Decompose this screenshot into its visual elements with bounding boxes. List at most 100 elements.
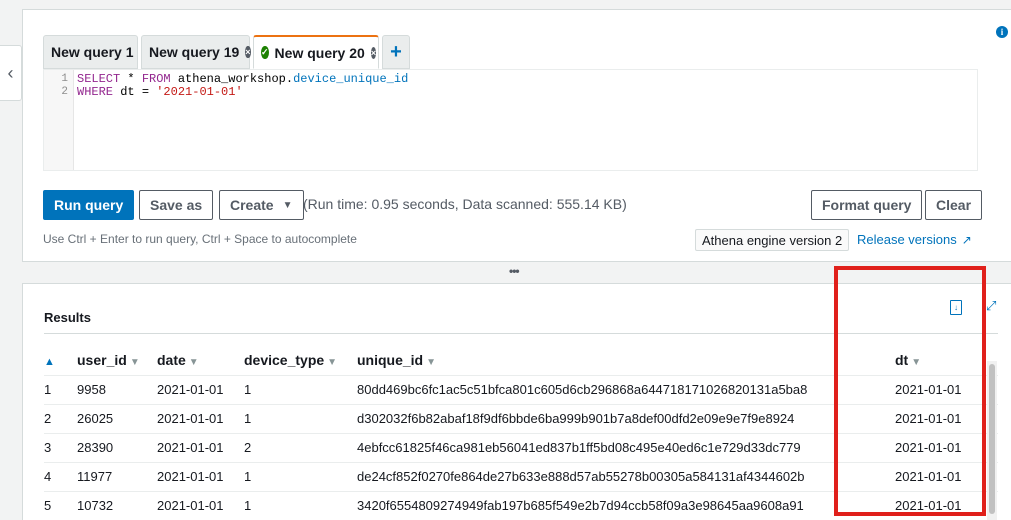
results-title: Results	[44, 310, 91, 325]
column-header-label: user_id	[77, 352, 127, 369]
sql-identifier: device_unique_id	[293, 72, 409, 86]
column-header-label: device_type	[244, 352, 325, 369]
external-link-icon: ↗	[961, 232, 972, 247]
download-csv-icon[interactable]: ↓	[950, 300, 962, 315]
row-number-header[interactable]: ▲	[44, 346, 77, 376]
release-versions-label: Release versions	[857, 232, 957, 247]
column-header-label: date	[157, 352, 186, 369]
cell-device-type: 1	[244, 404, 357, 434]
column-header-device-type[interactable]: device_type ▼	[244, 346, 357, 376]
cell-unique-id: d302032f6b82abaf18f9df6bbde6ba999b901b7a…	[357, 404, 895, 434]
sql-text: dt =	[113, 85, 157, 99]
sql-keyword: SELECT	[77, 72, 121, 86]
table-row: 5 10732 2021-01-01 1 3420f6554809274949f…	[44, 491, 998, 520]
row-number: 2	[44, 404, 77, 434]
caret-down-icon: ▼	[282, 199, 293, 211]
tab-label: New query 19	[149, 44, 240, 60]
check-circle-icon: ✓	[261, 46, 269, 59]
tab-new-query-20[interactable]: ✓ New query 20 ×	[253, 35, 379, 69]
engine-version-badge: Athena engine version 2	[695, 229, 850, 251]
plus-icon: +	[390, 40, 402, 63]
row-number: 5	[44, 491, 77, 520]
expand-icon[interactable]: ⤢	[986, 298, 996, 314]
cell-unique-id: 4ebfcc61825f46ca981eb56041ed837b1ff5bd08…	[357, 433, 895, 463]
tab-label: New query 1	[51, 44, 134, 60]
close-icon[interactable]: ×	[245, 46, 251, 58]
collapse-sidebar-button[interactable]: ‹	[0, 45, 22, 101]
cell-date: 2021-01-01	[157, 491, 244, 520]
sql-string: '2021-01-01'	[156, 85, 243, 99]
cell-user-id: 9958	[77, 375, 157, 405]
line-number: 2	[61, 86, 68, 98]
cell-unique-id: 3420f6554809274949fab197b685f549e2b7d94c…	[357, 491, 895, 520]
column-header-dt[interactable]: dt ▼	[895, 346, 998, 376]
cell-user-id: 28390	[77, 433, 157, 463]
clear-button[interactable]: Clear	[925, 190, 983, 220]
sql-text: athena_workshop.	[170, 72, 294, 86]
cell-date: 2021-01-01	[157, 462, 244, 492]
create-label: Create	[230, 197, 274, 213]
table-row: 1 9958 2021-01-01 1 80dd469bc6fc1ac5c51b…	[44, 375, 998, 405]
column-header-user-id[interactable]: user_id ▼	[77, 346, 157, 376]
row-number: 4	[44, 462, 77, 492]
cell-date: 2021-01-01	[157, 404, 244, 434]
column-header-label: dt	[895, 352, 909, 369]
cell-user-id: 11977	[77, 462, 157, 492]
row-number: 1	[44, 375, 77, 405]
column-header-unique-id[interactable]: unique_id ▼	[357, 346, 895, 376]
caret-down-icon[interactable]: ▼	[911, 357, 921, 368]
table-header-row: ▲ user_id ▼ date ▼ device_type ▼ unique_id ▼…	[44, 346, 998, 376]
run-info: (Run time: 0.95 seconds, Data scanned: 5…	[303, 196, 627, 212]
cell-unique-id: de24cf852f0270fe864de27b633e888d57ab5527…	[357, 462, 895, 492]
chevron-left-icon: ‹	[7, 62, 14, 83]
sql-text: *	[120, 72, 142, 86]
column-header-date[interactable]: date ▼	[157, 346, 244, 376]
sql-keyword: FROM	[141, 72, 171, 86]
cell-dt: 2021-01-01	[895, 404, 998, 434]
column-header-label: unique_id	[357, 352, 424, 369]
code-line: WHERE dt = '2021-01-01'	[77, 86, 408, 99]
sort-ascending-icon[interactable]: ▲	[44, 356, 55, 368]
create-dropdown[interactable]: Create ▼	[219, 190, 304, 220]
divider	[44, 333, 998, 334]
cell-dt: 2021-01-01	[895, 462, 998, 492]
query-tabs: New query 1 New query 19 × ✓ New query 2…	[43, 35, 410, 69]
cell-device-type: 1	[244, 375, 357, 405]
cell-dt: 2021-01-01	[895, 491, 998, 520]
caret-down-icon[interactable]: ▼	[426, 357, 436, 368]
tab-label: New query 20	[274, 44, 365, 61]
cell-device-type: 1	[244, 462, 357, 492]
cell-device-type: 2	[244, 433, 357, 463]
tab-new-query-19[interactable]: New query 19 ×	[141, 35, 251, 69]
line-number: 1	[61, 73, 68, 85]
cell-user-id: 10732	[77, 491, 157, 520]
cell-date: 2021-01-01	[157, 375, 244, 405]
save-as-button[interactable]: Save as	[139, 190, 214, 220]
cell-unique-id: 80dd469bc6fc1ac5c51bfca801c605d6cb296868…	[357, 375, 895, 405]
resize-handle[interactable]: •••	[509, 264, 520, 278]
caret-down-icon[interactable]: ▼	[189, 357, 199, 368]
cell-dt: 2021-01-01	[895, 433, 998, 463]
query-editor-panel: i New query 1 New query 19 × ✓ New query…	[22, 9, 1011, 262]
results-table: ▲ user_id ▼ date ▼ device_type ▼ unique_id ▼…	[44, 346, 998, 520]
cell-date: 2021-01-01	[157, 433, 244, 463]
info-icon[interactable]: i	[996, 26, 1008, 38]
row-number: 3	[44, 433, 77, 463]
sql-editor[interactable]: 1 2 SELECT * FROM athena_workshop.device…	[43, 69, 978, 171]
sql-keyword: WHERE	[77, 85, 114, 99]
cell-user-id: 26025	[77, 404, 157, 434]
scrollbar-thumb[interactable]	[989, 364, 995, 514]
close-icon[interactable]: ×	[370, 46, 377, 59]
line-number-gutter: 1 2	[44, 70, 74, 170]
keyboard-hint: Use Ctrl + Enter to run query, Ctrl + Sp…	[43, 232, 357, 246]
results-panel: Results ↓ ⤢ ▲ user_id ▼ date ▼ device_type…	[22, 283, 1011, 520]
caret-down-icon[interactable]: ▼	[130, 357, 140, 368]
run-query-button[interactable]: Run query	[43, 190, 135, 220]
release-versions-link[interactable]: Release versions ↗	[857, 232, 972, 247]
cell-dt: 2021-01-01	[895, 375, 998, 405]
format-query-button[interactable]: Format query	[811, 190, 923, 220]
table-row: 3 28390 2021-01-01 2 4ebfcc61825f46ca981…	[44, 433, 998, 463]
tab-new-query-1[interactable]: New query 1	[43, 35, 138, 69]
caret-down-icon[interactable]: ▼	[327, 357, 337, 368]
add-tab-button[interactable]: +	[382, 35, 410, 69]
